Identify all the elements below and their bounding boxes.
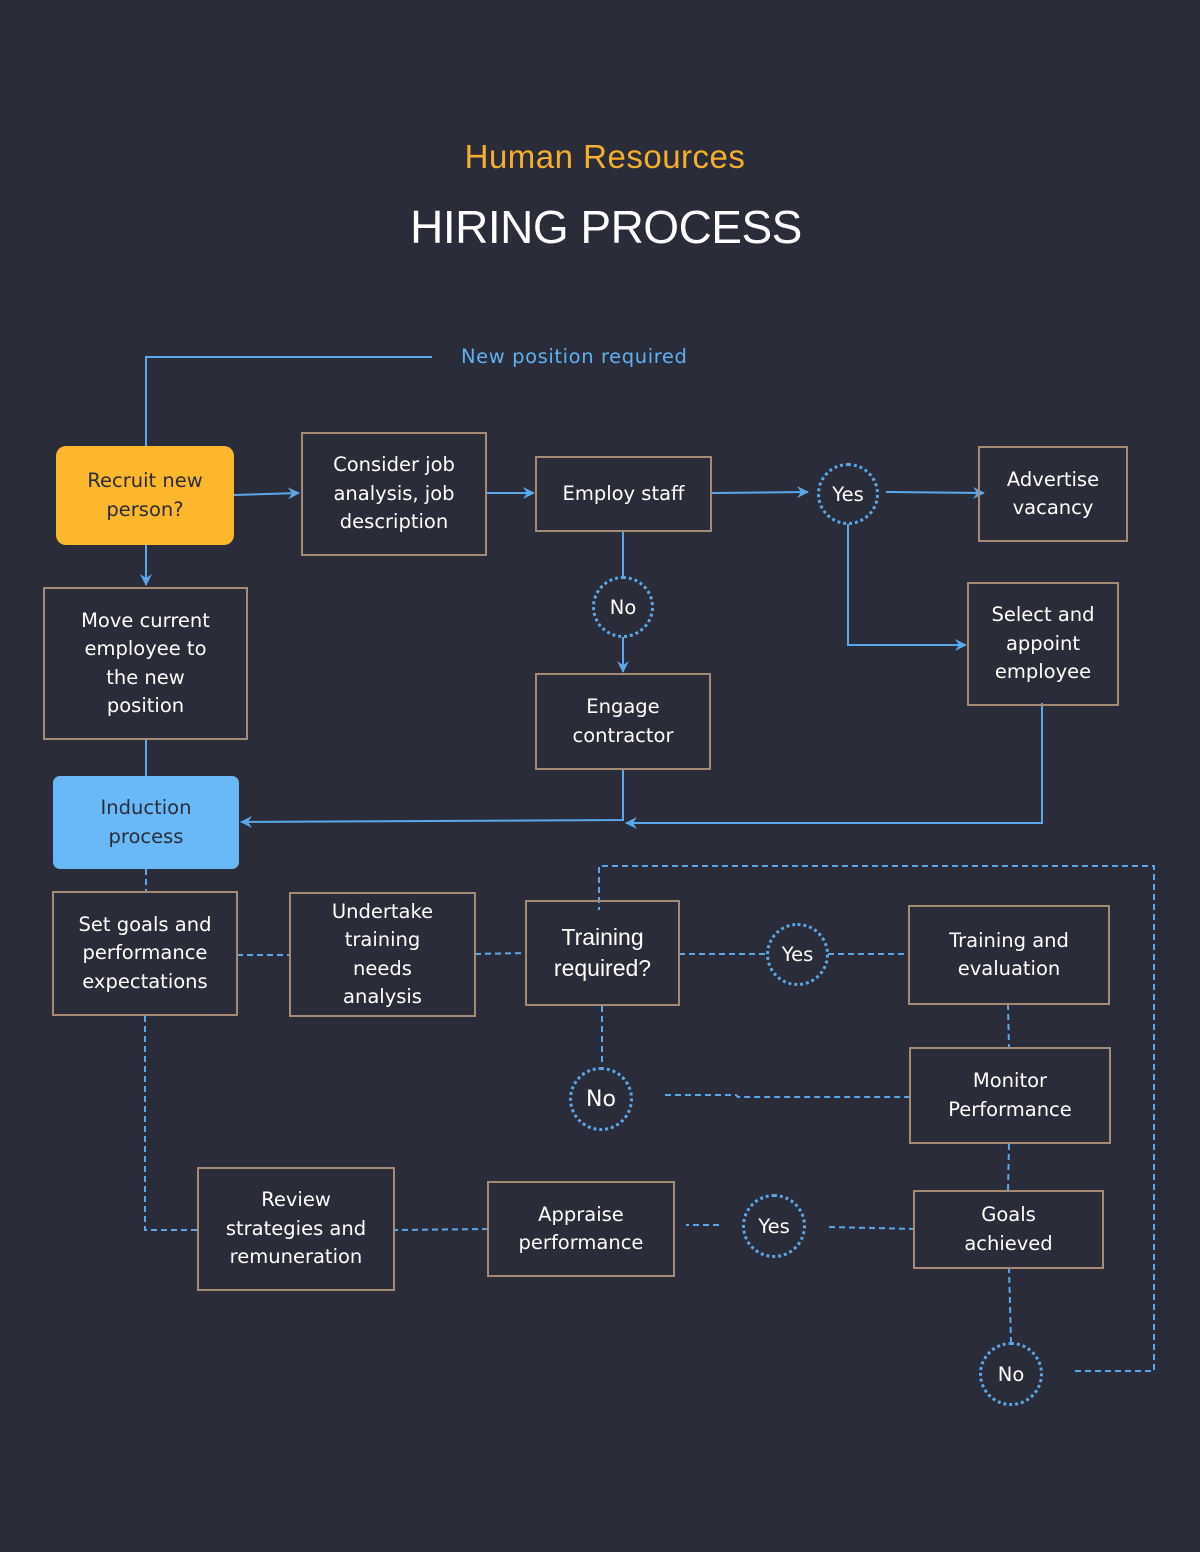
connector-goals-no (1008, 1266, 1012, 1343)
node-set-goals[interactable]: Set goals and performance expectations (52, 891, 238, 1016)
node-undertake-training-analysis[interactable]: Undertake training needs analysis (289, 892, 476, 1017)
connector-traineval-monitor (1007, 1003, 1010, 1049)
node-select-appoint[interactable]: Select and appoint employee (967, 582, 1119, 706)
node-training-required[interactable]: Training required? (525, 900, 680, 1006)
connector-yes-advertise (885, 486, 985, 499)
node-employ-staff[interactable]: Employ staff (535, 456, 712, 532)
connector-no-monitor (665, 1094, 909, 1098)
decision-training-yes[interactable]: Yes (766, 923, 829, 986)
node-move-current-employee[interactable]: Move current employee to the new positio… (43, 587, 248, 740)
node-appraise-performance[interactable]: Appraise performance (487, 1181, 675, 1277)
connector-recruit-consider (233, 487, 300, 500)
connector-monitor-goals (1007, 1143, 1010, 1192)
connector-engage-induction (240, 769, 624, 828)
connector-employ-yes (711, 486, 809, 499)
node-consider-job-analysis[interactable]: Consider job analysis, job description (301, 432, 487, 556)
node-monitor-performance[interactable]: Monitor Performance (909, 1047, 1111, 1144)
node-recruit-new-person[interactable]: Recruit new person? (56, 446, 234, 545)
node-goals-achieved[interactable]: Goals achieved (913, 1190, 1104, 1269)
connector-yes-select (847, 524, 967, 651)
start-label: New position required (461, 345, 688, 368)
node-review-strategies[interactable]: Review strategies and remuneration (197, 1167, 395, 1291)
connector-appraise-review (394, 1228, 489, 1231)
decision-employ-no[interactable]: No (592, 576, 654, 638)
node-advertise-vacancy[interactable]: Advertise vacancy (978, 446, 1128, 542)
node-training-evaluation[interactable]: Training and evaluation (908, 905, 1110, 1005)
node-engage-contractor[interactable]: Engage contractor (535, 673, 711, 770)
decision-employ-yes[interactable]: Yes (817, 463, 879, 525)
connector-undertake-training (474, 952, 526, 955)
decision-training-no[interactable]: No (569, 1067, 633, 1131)
node-induction-process[interactable]: Induction process (53, 776, 239, 869)
connector-goals-yes (828, 1226, 916, 1230)
decision-goals-no[interactable]: No (979, 1342, 1043, 1406)
decision-goals-yes[interactable]: Yes (742, 1194, 806, 1258)
connector-review-setgoals (144, 1015, 197, 1231)
